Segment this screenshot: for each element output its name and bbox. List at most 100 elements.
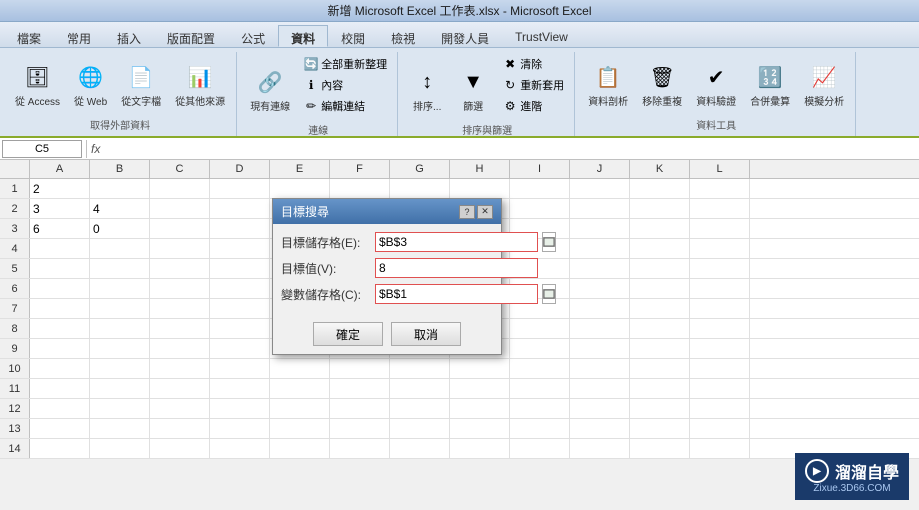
cell-D1[interactable] xyxy=(210,179,270,198)
cell-J10[interactable] xyxy=(570,359,630,378)
row-header-3[interactable]: 3 xyxy=(0,219,30,238)
variable-cell-input[interactable] xyxy=(375,284,538,304)
btn-from-access[interactable]: 🗄 從 Access xyxy=(10,58,65,111)
cell-A13[interactable] xyxy=(30,419,90,438)
cell-D8[interactable] xyxy=(210,319,270,338)
cell-J9[interactable] xyxy=(570,339,630,358)
btn-whatif[interactable]: 📈 模擬分析 xyxy=(799,58,849,111)
cell-F12[interactable] xyxy=(330,399,390,418)
cell-B7[interactable] xyxy=(90,299,150,318)
cell-L3[interactable] xyxy=(690,219,750,238)
cell-D12[interactable] xyxy=(210,399,270,418)
btn-advanced[interactable]: ⚙ 進階 xyxy=(498,96,568,116)
ribbon-tab-檔案[interactable]: 檔案 xyxy=(4,25,54,47)
btn-from-text[interactable]: 📄 從文字檔 xyxy=(116,58,166,111)
ribbon-tab-插入[interactable]: 插入 xyxy=(104,25,154,47)
btn-text-to-columns[interactable]: 📋 資料剖析 xyxy=(583,58,633,111)
btn-sort[interactable]: ↕ 排序... xyxy=(406,63,448,116)
col-header-E[interactable]: E xyxy=(270,160,330,178)
row-header-7[interactable]: 7 xyxy=(0,299,30,318)
cell-B2[interactable]: 4 xyxy=(90,199,150,218)
cell-K3[interactable] xyxy=(630,219,690,238)
row-header-12[interactable]: 12 xyxy=(0,399,30,418)
cell-L8[interactable] xyxy=(690,319,750,338)
formula-input[interactable] xyxy=(104,140,917,158)
row-header-1[interactable]: 1 xyxy=(0,179,30,198)
cell-D9[interactable] xyxy=(210,339,270,358)
cell-I12[interactable] xyxy=(510,399,570,418)
btn-from-web[interactable]: 🌐 從 Web xyxy=(69,58,112,111)
col-header-C[interactable]: C xyxy=(150,160,210,178)
cell-G11[interactable] xyxy=(390,379,450,398)
row-header-2[interactable]: 2 xyxy=(0,199,30,218)
cell-I2[interactable] xyxy=(510,199,570,218)
cell-C13[interactable] xyxy=(150,419,210,438)
cell-J5[interactable] xyxy=(570,259,630,278)
cell-I14[interactable] xyxy=(510,439,570,458)
cell-G10[interactable] xyxy=(390,359,450,378)
cell-L5[interactable] xyxy=(690,259,750,278)
cell-D14[interactable] xyxy=(210,439,270,458)
dialog-cancel-btn[interactable]: 取消 xyxy=(391,322,461,346)
cell-F14[interactable] xyxy=(330,439,390,458)
btn-edit-links[interactable]: ✏ 編輯連結 xyxy=(299,96,391,116)
btn-reapply[interactable]: ↻ 重新套用 xyxy=(498,75,568,95)
cell-L2[interactable] xyxy=(690,199,750,218)
cell-D10[interactable] xyxy=(210,359,270,378)
cell-I10[interactable] xyxy=(510,359,570,378)
cell-L7[interactable] xyxy=(690,299,750,318)
cell-D13[interactable] xyxy=(210,419,270,438)
ribbon-tab-版面配置[interactable]: 版面配置 xyxy=(154,25,228,47)
cell-G14[interactable] xyxy=(390,439,450,458)
cell-C1[interactable] xyxy=(150,179,210,198)
cell-L10[interactable] xyxy=(690,359,750,378)
ribbon-tab-資料[interactable]: 資料 xyxy=(278,25,328,47)
ribbon-tab-開發人員[interactable]: 開發人員 xyxy=(428,25,502,47)
col-header-K[interactable]: K xyxy=(630,160,690,178)
dialog-help-btn[interactable]: ? xyxy=(459,205,475,219)
cell-K5[interactable] xyxy=(630,259,690,278)
col-header-I[interactable]: I xyxy=(510,160,570,178)
dialog-ok-btn[interactable]: 確定 xyxy=(313,322,383,346)
cell-D2[interactable] xyxy=(210,199,270,218)
cell-G12[interactable] xyxy=(390,399,450,418)
ribbon-tab-常用[interactable]: 常用 xyxy=(54,25,104,47)
cell-I13[interactable] xyxy=(510,419,570,438)
row-header-5[interactable]: 5 xyxy=(0,259,30,278)
col-header-L[interactable]: L xyxy=(690,160,750,178)
cell-C6[interactable] xyxy=(150,279,210,298)
cell-F13[interactable] xyxy=(330,419,390,438)
cell-H12[interactable] xyxy=(450,399,510,418)
cell-B12[interactable] xyxy=(90,399,150,418)
btn-refresh-all[interactable]: 🔄 全部重新整理 xyxy=(299,54,391,74)
col-header-D[interactable]: D xyxy=(210,160,270,178)
cell-C10[interactable] xyxy=(150,359,210,378)
cell-E11[interactable] xyxy=(270,379,330,398)
cell-A5[interactable] xyxy=(30,259,90,278)
col-header-H[interactable]: H xyxy=(450,160,510,178)
cell-J11[interactable] xyxy=(570,379,630,398)
ribbon-tab-公式[interactable]: 公式 xyxy=(228,25,278,47)
cell-E14[interactable] xyxy=(270,439,330,458)
cell-L13[interactable] xyxy=(690,419,750,438)
row-header-13[interactable]: 13 xyxy=(0,419,30,438)
cell-G13[interactable] xyxy=(390,419,450,438)
cell-H11[interactable] xyxy=(450,379,510,398)
cell-K14[interactable] xyxy=(630,439,690,458)
cell-L6[interactable] xyxy=(690,279,750,298)
cell-B11[interactable] xyxy=(90,379,150,398)
cell-E1[interactable] xyxy=(270,179,330,198)
cell-C7[interactable] xyxy=(150,299,210,318)
cell-A14[interactable] xyxy=(30,439,90,458)
btn-from-other[interactable]: 📊 從其他來源 xyxy=(170,58,230,111)
row-header-10[interactable]: 10 xyxy=(0,359,30,378)
btn-filter[interactable]: ▼ 篩選 xyxy=(452,63,494,116)
cell-C2[interactable] xyxy=(150,199,210,218)
cell-F10[interactable] xyxy=(330,359,390,378)
btn-data-validation[interactable]: ✔ 資料驗證 xyxy=(691,58,741,111)
cell-D6[interactable] xyxy=(210,279,270,298)
cell-L4[interactable] xyxy=(690,239,750,258)
cell-K6[interactable] xyxy=(630,279,690,298)
cell-D7[interactable] xyxy=(210,299,270,318)
target-cell-input[interactable] xyxy=(375,232,538,252)
